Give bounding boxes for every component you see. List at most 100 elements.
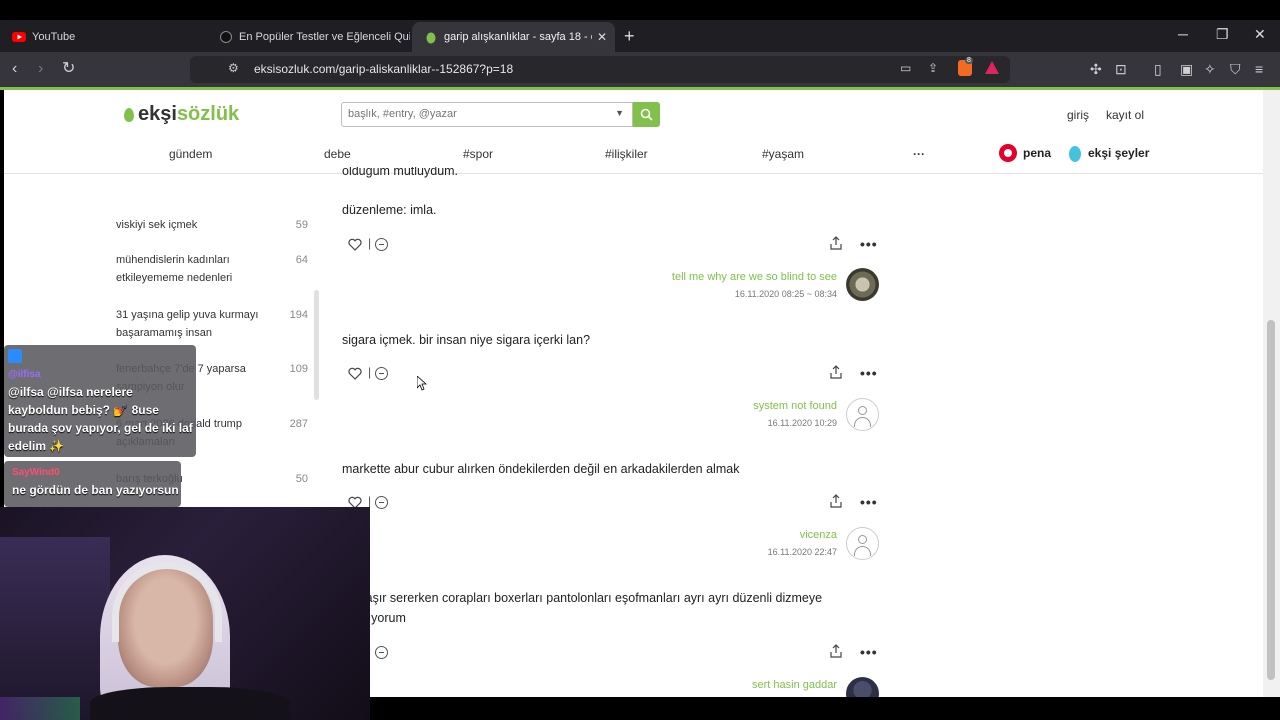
author-name[interactable]: sert hasin gaddar bbox=[752, 679, 837, 691]
share-icon[interactable] bbox=[830, 236, 842, 250]
cast-icon[interactable]: ▭ bbox=[900, 61, 911, 75]
avatar[interactable] bbox=[846, 677, 879, 697]
author-name[interactable]: vicenza bbox=[768, 529, 837, 541]
tab-quiz[interactable]: En Popüler Testler ve Eğlenceli Quizler bbox=[207, 22, 410, 52]
login-link[interactable]: giriş bbox=[1067, 108, 1089, 122]
sidebar-item-count: 109 bbox=[289, 363, 308, 375]
nav-gundem[interactable]: gündem bbox=[169, 147, 212, 161]
chat-message: @ilfisa @ilfsa @ilfsa nerelere kayboldun… bbox=[4, 345, 196, 457]
background-shelf bbox=[0, 537, 110, 720]
chat-username: @ilfisa bbox=[8, 369, 41, 380]
reload-icon[interactable]: ↻ bbox=[62, 60, 75, 78]
tab-title: YouTube bbox=[32, 31, 76, 43]
eksi-icon bbox=[424, 30, 438, 44]
search-button[interactable] bbox=[633, 102, 660, 127]
more-options-icon[interactable]: ••• bbox=[860, 645, 878, 659]
sidebar-item[interactable]: 31 yaşına gelip yuva kurmayı başaramamış… bbox=[116, 306, 308, 342]
entry-line: çamaşır sererken corapları boxerları pan… bbox=[342, 591, 823, 605]
youtube-icon bbox=[12, 30, 26, 44]
share-icon[interactable] bbox=[830, 365, 842, 379]
heart-icon[interactable] bbox=[348, 367, 362, 380]
tab-strip: YouTube En Popüler Testler ve Eğlenceli … bbox=[0, 20, 1280, 52]
minus-circle-icon[interactable] bbox=[375, 496, 388, 509]
sidebar-icon[interactable]: ▯ bbox=[1154, 60, 1162, 78]
action-separator: | bbox=[368, 365, 372, 379]
heart-icon[interactable] bbox=[348, 238, 362, 251]
background-light bbox=[0, 697, 80, 720]
logo-text-b: sözlük bbox=[176, 103, 240, 125]
search-icon bbox=[640, 108, 653, 121]
more-options-icon[interactable]: ••• bbox=[860, 237, 878, 251]
avatar[interactable] bbox=[846, 268, 879, 301]
tab-title: garip alışkanlıklar - sayfa 18 - ekşi sö… bbox=[444, 31, 592, 43]
share-icon[interactable] bbox=[830, 494, 842, 508]
tab-youtube[interactable]: YouTube bbox=[0, 22, 205, 52]
entry-actions: | ••• bbox=[342, 494, 882, 512]
minus-circle-icon[interactable] bbox=[375, 238, 388, 251]
close-tab-icon[interactable]: ✕ bbox=[597, 30, 607, 44]
nav-iliskiler[interactable]: #ilişkiler bbox=[605, 147, 648, 161]
sidebar-item-count: 59 bbox=[295, 219, 308, 231]
more-options-icon[interactable]: ••• bbox=[860, 495, 878, 509]
url-text: eksisozluk.com/garip-aliskanliklar--1528… bbox=[254, 62, 514, 76]
site-info-icon[interactable]: ⚙ bbox=[228, 61, 239, 75]
sidebar-item-count: 287 bbox=[289, 418, 308, 430]
chat-message: SayWind0 ne gördün de ban yazıyorsun bbox=[4, 461, 181, 507]
pena-link[interactable]: pena bbox=[999, 144, 1051, 162]
entry-actions: | ••• bbox=[342, 644, 882, 662]
sidebar-item[interactable]: mühendislerin kadınları etkileyememe ned… bbox=[116, 251, 308, 287]
entry-date[interactable]: 16.11.2020 10:29 bbox=[753, 418, 837, 428]
address-bar[interactable]: ⚙ eksisozluk.com/garip-aliskanliklar--15… bbox=[190, 56, 1010, 83]
pena-icon bbox=[999, 144, 1017, 162]
browser-toolbar: ‹ › ↻ ⌑ ⚙ eksisozluk.com/garip-aliskanli… bbox=[0, 52, 1280, 87]
eksi-seyler-link[interactable]: ekşi şeyler bbox=[1068, 144, 1149, 162]
sidebar-scrollbar[interactable] bbox=[314, 290, 319, 400]
badge-icon bbox=[8, 349, 22, 363]
minus-circle-icon[interactable] bbox=[375, 646, 388, 659]
search-box: ▼ bbox=[341, 102, 633, 127]
entry-text: markette abur cubur alırken öndekilerden… bbox=[342, 462, 740, 476]
scrollbar-thumb[interactable] bbox=[1267, 320, 1275, 680]
vpn-icon[interactable]: ⛉ bbox=[1230, 60, 1241, 78]
avatar[interactable] bbox=[846, 398, 879, 431]
sidebar-item-count: 194 bbox=[289, 309, 308, 321]
entry-date[interactable]: 16.11.2020 08:25 ~ 08:34 bbox=[672, 289, 837, 299]
share-page-icon[interactable]: ⇪ bbox=[928, 61, 938, 75]
tab-eksi[interactable]: garip alışkanlıklar - sayfa 18 - ekşi sö… bbox=[412, 22, 615, 52]
more-options-icon[interactable]: ••• bbox=[860, 366, 878, 380]
author-name[interactable]: tell me why are we so blind to see bbox=[672, 271, 837, 283]
drop-icon bbox=[124, 107, 134, 122]
site-logo[interactable]: ekşi sözlük bbox=[124, 103, 239, 126]
extensions-icon[interactable]: ✣ bbox=[1090, 60, 1102, 78]
page-scrollbar[interactable] bbox=[1263, 90, 1280, 697]
entry-author: system not found 16.11.2020 10:29 bbox=[753, 400, 837, 428]
new-tab-button[interactable]: + bbox=[624, 26, 635, 47]
close-window-button[interactable]: ✕ bbox=[1254, 26, 1266, 43]
avatar[interactable] bbox=[846, 527, 879, 560]
sidebar-item[interactable]: viskiyi sek içmek 59 bbox=[116, 216, 308, 234]
restore-button[interactable]: ❐ bbox=[1216, 26, 1229, 43]
entry-text: çamaşır sererken corapları boxerları pan… bbox=[342, 588, 822, 628]
back-icon[interactable]: ‹ bbox=[12, 60, 17, 78]
forward-icon[interactable]: › bbox=[38, 60, 43, 78]
leo-ai-icon[interactable]: ✧ bbox=[1204, 60, 1216, 78]
webcam-overlay bbox=[0, 507, 370, 720]
search-dropdown-icon[interactable]: ▼ bbox=[615, 108, 624, 118]
share-icon[interactable] bbox=[830, 644, 842, 658]
register-link[interactable]: kayıt ol bbox=[1106, 108, 1144, 122]
brave-rewards-icon[interactable] bbox=[985, 61, 999, 74]
minus-circle-icon[interactable] bbox=[375, 367, 388, 380]
wallet-icon[interactable]: ▣ bbox=[1180, 60, 1193, 78]
nav-debe[interactable]: debe bbox=[324, 147, 351, 161]
nav-yasam[interactable]: #yaşam bbox=[762, 147, 804, 161]
nav-more[interactable]: ··· bbox=[913, 147, 925, 161]
minimize-button[interactable]: ─ bbox=[1178, 26, 1188, 42]
menu-icon[interactable]: ≡ bbox=[1255, 60, 1263, 78]
screenshot-icon[interactable]: ⊡ bbox=[1115, 60, 1127, 78]
entry-text: düzenleme: imla. bbox=[342, 203, 437, 217]
nav-spor[interactable]: #spor bbox=[463, 147, 493, 161]
entry-date[interactable]: 16.11.2020 22:47 bbox=[768, 547, 837, 557]
author-name[interactable]: system not found bbox=[753, 400, 837, 412]
chat-text: ne gördün de ban yazıyorsun bbox=[12, 483, 179, 497]
search-input[interactable] bbox=[348, 103, 598, 125]
